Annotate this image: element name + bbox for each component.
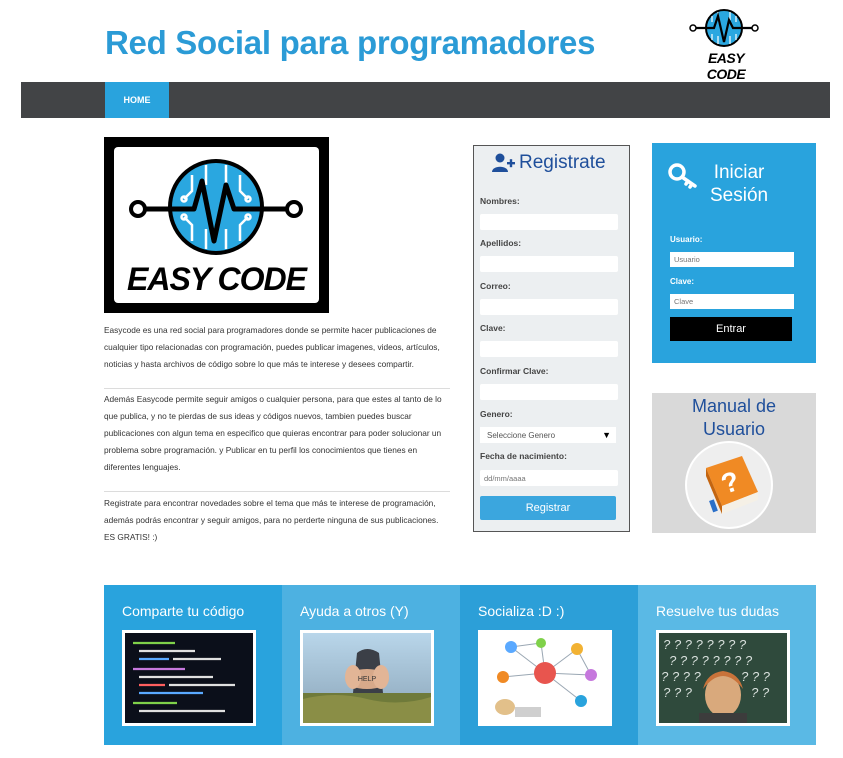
svg-text:? ?: ? ?	[751, 685, 770, 700]
questions-chalkboard-image: ? ? ? ? ? ? ? ? ? ? ? ? ? ? ? ? ? ? ? ? …	[656, 630, 790, 726]
navbar: HOME	[21, 82, 830, 118]
correo-label: Correo:	[480, 281, 511, 291]
svg-text:? ? ?: ? ? ?	[741, 669, 771, 684]
key-search-icon	[668, 163, 697, 189]
divider	[104, 388, 450, 389]
manual-title-line2: Usuario	[702, 419, 766, 439]
feature-resuelve-dudas[interactable]: Resuelve tus dudas ? ? ? ? ? ? ? ? ? ? ?…	[638, 585, 816, 745]
feature-socializa[interactable]: Socializa :D :)	[460, 585, 638, 745]
description-paragraph-2: Además Easycode permite seguir amigos o …	[104, 394, 442, 472]
easycode-logo[interactable]: EASY CODE	[686, 6, 764, 82]
genero-selected-value: Seleccione Genero	[487, 430, 556, 440]
usuario-field[interactable]	[670, 252, 794, 267]
login-title-line1: Iniciar	[713, 162, 765, 183]
svg-text:HELP: HELP	[358, 676, 377, 683]
feature-comparte-codigo[interactable]: Comparte tu código	[104, 585, 282, 745]
divider	[104, 491, 450, 492]
register-title-text: Registrate	[519, 152, 606, 173]
login-panel: Iniciar Sesión Usuario: Clave: Entrar	[652, 143, 816, 363]
feature-title: Socializa :D :)	[478, 603, 565, 619]
description-paragraph-1: Easycode es una red social para programa…	[104, 325, 440, 369]
code-screenshot-image	[122, 630, 256, 726]
clave-login-label: Clave:	[670, 277, 695, 286]
helping-hands-image: HELP	[300, 630, 434, 726]
feature-title: Ayuda a otros (Y)	[300, 603, 409, 619]
big-logo-text: EASY CODE	[127, 261, 307, 297]
apellidos-field[interactable]	[480, 256, 618, 272]
feature-ayuda-otros[interactable]: Ayuda a otros (Y) HELP	[282, 585, 460, 745]
register-title: Registrate	[492, 152, 606, 174]
fecha-nacimiento-field[interactable]	[480, 470, 618, 486]
logo-text: EASY CODE	[706, 50, 746, 82]
description-paragraph-3: Registrate para encontrar novedades sobr…	[104, 498, 439, 542]
dropdown-arrow-icon: ▼	[602, 430, 611, 440]
nombres-label: Nombres:	[480, 196, 520, 206]
clave-label: Clave:	[480, 323, 506, 333]
confirmar-clave-label: Confirmar Clave:	[480, 366, 549, 376]
svg-text:? ? ? ?: ? ? ? ?	[661, 669, 702, 684]
apellidos-label: Apellidos:	[480, 238, 522, 248]
manual-title: Manual de Usuario	[652, 395, 816, 441]
manual-usuario-link[interactable]: Manual de Usuario ?	[652, 393, 816, 533]
svg-text:? ? ?: ? ? ?	[663, 685, 693, 700]
add-user-icon	[492, 153, 515, 172]
fecha-label: Fecha de nacimiento:	[480, 451, 567, 461]
easycode-big-logo: EASY CODE	[104, 137, 329, 313]
confirmar-clave-field[interactable]	[480, 384, 618, 400]
feature-title: Resuelve tus dudas	[656, 603, 779, 619]
svg-text:? ? ? ? ? ? ? ?: ? ? ? ? ? ? ? ?	[663, 637, 747, 652]
svg-text:? ? ? ? ? ? ? ?: ? ? ? ? ? ? ? ?	[669, 653, 753, 668]
correo-field[interactable]	[480, 299, 618, 315]
page-title: Red Social para programadores	[105, 24, 596, 61]
clave-field[interactable]	[480, 341, 618, 357]
login-title-line2: Sesión	[710, 185, 769, 206]
nombres-field[interactable]	[480, 214, 618, 230]
genero-label: Genero:	[480, 409, 513, 419]
feature-title: Comparte tu código	[122, 603, 245, 619]
clave-login-field[interactable]	[670, 294, 794, 309]
register-panel: Registrate Nombres: Apellidos: Correo: C…	[473, 145, 630, 532]
features-strip: Comparte tu código Ayuda a otros (Y) HEL…	[104, 585, 816, 745]
login-title: Iniciar Sesión	[710, 161, 768, 207]
manual-title-line1: Manual de	[691, 396, 777, 416]
nav-home-link[interactable]: HOME	[105, 82, 169, 118]
usuario-label: Usuario:	[670, 235, 703, 244]
social-network-image	[478, 630, 612, 726]
circuit-heartbeat-icon	[129, 159, 303, 255]
registrar-button[interactable]: Registrar	[480, 496, 616, 520]
genero-select[interactable]: Seleccione Genero ▼	[480, 427, 616, 443]
entrar-button[interactable]: Entrar	[670, 317, 792, 341]
help-book-icon: ?	[685, 441, 773, 529]
